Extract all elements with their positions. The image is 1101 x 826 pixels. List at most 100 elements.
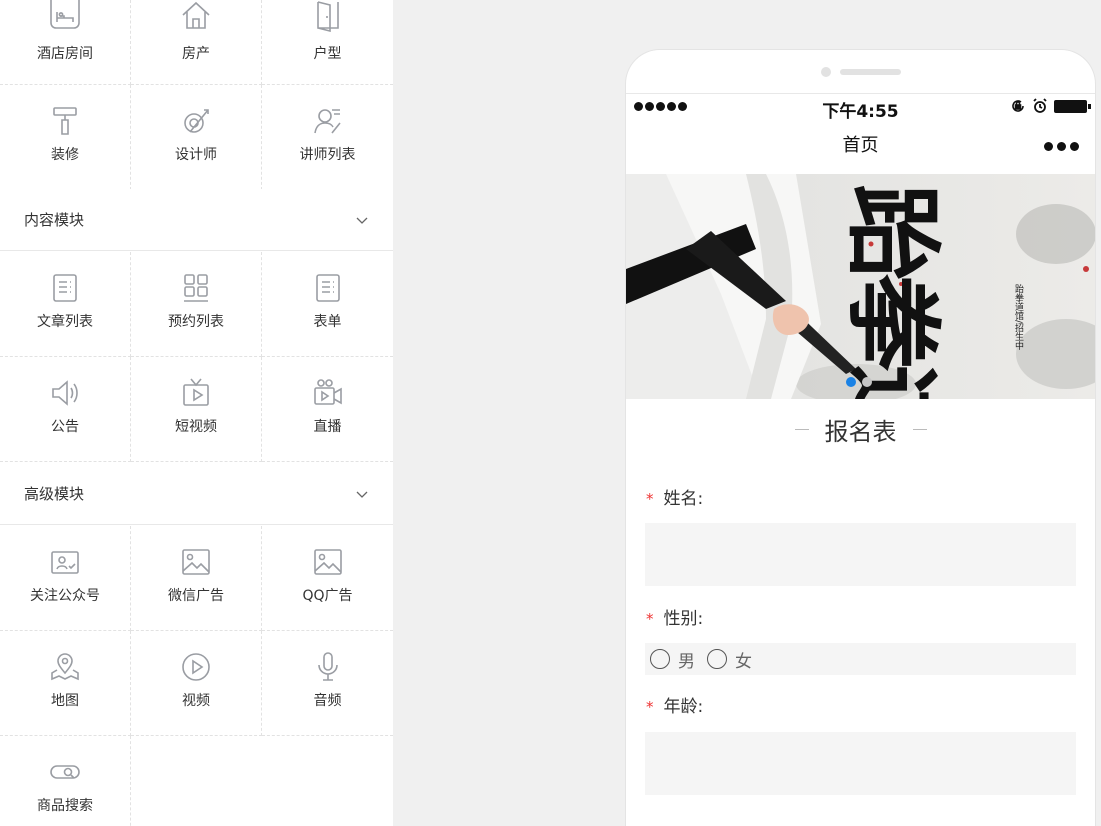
gender-option-male[interactable]: 男 (650, 647, 695, 672)
carousel-dot[interactable] (862, 377, 872, 387)
name-field-label: * 姓名: (646, 484, 703, 509)
banner-carousel[interactable]: 跆拳道 跆拳道馆/招生中 (626, 174, 1095, 399)
component-label: 文章列表 (37, 314, 93, 330)
paint-roller-icon (49, 105, 81, 137)
gender-radio-group: 男 女 (645, 643, 1076, 675)
component-designer[interactable]: 设计师 (131, 85, 262, 190)
more-icon[interactable] (1044, 142, 1079, 151)
gender-option-female[interactable]: 女 (707, 647, 752, 672)
live-camera-icon (312, 377, 344, 409)
component-label: 装修 (51, 147, 79, 163)
search-toggle-icon (49, 756, 81, 788)
status-bar: 下午4:55 (626, 93, 1095, 122)
age-field-label: * 年龄: (646, 692, 703, 717)
form-icon (312, 272, 344, 304)
gender-field-label: * 性别: (646, 604, 703, 629)
radio-label: 女 (735, 651, 752, 672)
component-label: 地图 (51, 693, 79, 709)
component-booking-list[interactable]: 预约列表 (131, 252, 262, 357)
component-product-search[interactable]: 商品搜索 (0, 736, 131, 826)
component-wechat-ad[interactable]: 微信广告 (131, 526, 262, 631)
component-follow-account[interactable]: 关注公众号 (0, 526, 131, 631)
status-icons (1010, 98, 1091, 114)
component-map[interactable]: 地图 (0, 631, 131, 736)
microphone-icon (312, 651, 344, 683)
page-title: 首页 (842, 135, 879, 156)
image-icon (312, 546, 344, 578)
title-divider (794, 429, 809, 430)
component-article-list[interactable]: 文章列表 (0, 252, 131, 357)
component-form[interactable]: 表单 (262, 252, 393, 357)
article-list-icon (49, 272, 81, 304)
component-label: QQ广告 (302, 588, 353, 604)
content-module-header[interactable]: 内容模块 (0, 189, 393, 251)
component-label: 微信广告 (168, 588, 224, 604)
house-icon (180, 0, 212, 32)
play-icon (180, 651, 212, 683)
component-floor-plan[interactable]: 户型 (262, 0, 393, 85)
component-label: 公告 (51, 419, 79, 435)
form-title: 报名表 (824, 418, 897, 446)
component-live[interactable]: 直播 (262, 357, 393, 462)
required-mark: * (646, 698, 654, 716)
radio-label: 男 (678, 651, 695, 672)
field-label-text: 姓名: (663, 489, 704, 509)
nav-bar: 首页 (626, 120, 1095, 172)
carousel-indicator (846, 377, 872, 387)
chevron-down-icon (356, 217, 368, 224)
lecturer-icon (312, 105, 344, 137)
title-divider (912, 429, 927, 430)
banner-subtitle: 跆拳道馆/招生中 (1013, 283, 1024, 351)
component-label: 预约列表 (168, 314, 224, 330)
component-video[interactable]: 视频 (131, 631, 262, 736)
door-icon (312, 0, 344, 32)
image-icon (180, 546, 212, 578)
tv-icon (180, 377, 212, 409)
phone-preview: 下午4:55 首页 跆拳道 跆拳道馆/招生中 报名表 * 姓名: * 性别: 男… (626, 50, 1095, 826)
component-label: 酒店房间 (37, 46, 93, 62)
form-title-row: 报名表 (626, 412, 1095, 447)
age-input[interactable] (645, 732, 1076, 795)
component-label: 直播 (313, 419, 342, 435)
required-mark: * (646, 610, 654, 628)
chevron-down-icon (356, 491, 368, 498)
component-lecturer-list[interactable]: 讲师列表 (262, 85, 393, 190)
section-title: 内容模块 (24, 211, 85, 229)
carousel-dot-active[interactable] (846, 377, 856, 387)
phone-speaker (840, 69, 901, 75)
component-label: 讲师列表 (299, 147, 356, 163)
component-hotel-room[interactable]: 酒店房间 (0, 0, 131, 85)
component-decoration[interactable]: 装修 (0, 85, 131, 190)
content-module-grid: 文章列表 预约列表 表单 公告 短视频 直播 (0, 252, 393, 462)
speaker-icon (49, 377, 81, 409)
component-real-estate[interactable]: 房产 (131, 0, 262, 85)
component-label: 商品搜索 (37, 798, 93, 814)
component-label: 房产 (182, 46, 210, 62)
banner-title: 跆拳道 (836, 184, 949, 399)
advanced-module-grid: 关注公众号 微信广告 QQ广告 地图 视频 音频 商品搜索 (0, 526, 393, 826)
follow-account-icon (49, 546, 81, 578)
component-label: 设计师 (175, 147, 217, 163)
field-label-text: 年龄: (663, 697, 704, 717)
component-label: 户型 (313, 46, 342, 62)
alarm-icon (1033, 98, 1047, 113)
radio-circle-icon[interactable] (650, 649, 670, 669)
battery-icon (1054, 99, 1091, 113)
banner-image: 跆拳道 跆拳道馆/招生中 (626, 174, 1095, 399)
required-mark: * (646, 490, 654, 508)
component-audio[interactable]: 音频 (262, 631, 393, 736)
component-panel: 酒店房间 房产 户型 装修 设计师 讲师列表 内容模块 文章列表 预约列表 表单… (0, 0, 393, 826)
radio-circle-icon[interactable] (707, 649, 727, 669)
component-label: 音频 (313, 693, 342, 709)
component-qq-ad[interactable]: QQ广告 (262, 526, 393, 631)
grid-list-icon (180, 272, 212, 304)
component-label: 短视频 (175, 419, 217, 435)
advanced-module-header[interactable]: 高级模块 (0, 463, 393, 525)
name-input[interactable] (645, 523, 1076, 586)
component-short-video[interactable]: 短视频 (131, 357, 262, 462)
component-notice[interactable]: 公告 (0, 357, 131, 462)
section-title: 高级模块 (24, 485, 85, 503)
map-icon (49, 651, 81, 683)
component-label: 关注公众号 (30, 588, 100, 604)
designer-brush-icon (180, 105, 212, 137)
